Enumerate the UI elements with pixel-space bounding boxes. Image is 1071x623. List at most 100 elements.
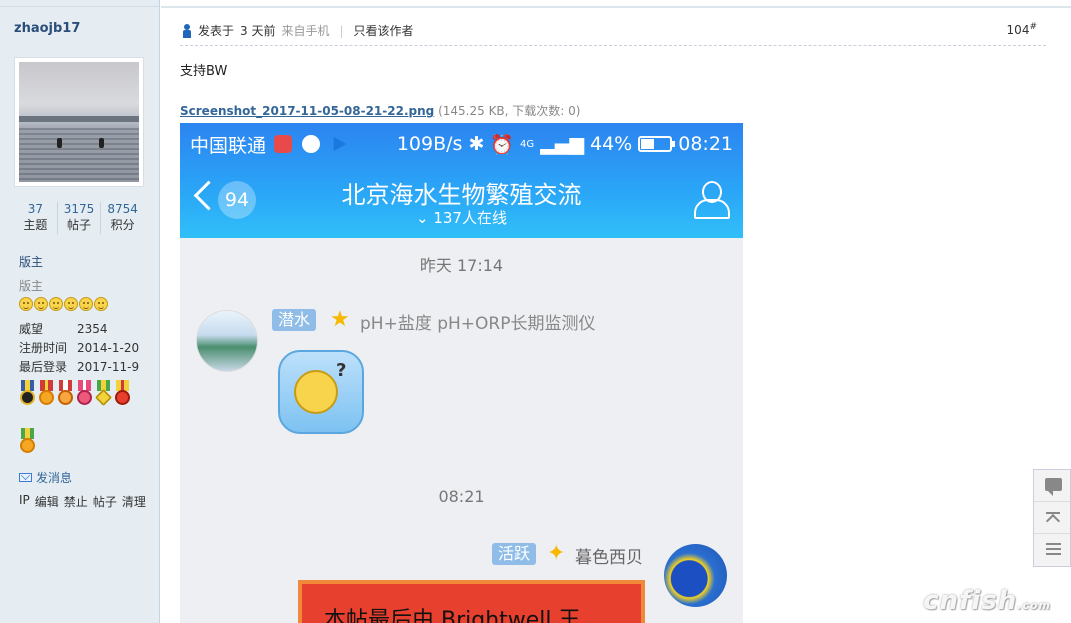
play-icon <box>333 136 347 152</box>
avatar-image <box>19 62 139 182</box>
star-icon: ★ <box>330 307 350 332</box>
author-rank-title: 版主 <box>19 279 44 293</box>
medal-row <box>18 428 148 456</box>
notification-icon <box>274 135 293 153</box>
action-posts[interactable]: 帖子 <box>93 493 117 510</box>
comment-icon <box>1045 478 1062 496</box>
info-row-registered: 注册时间 2014-1-20 <box>19 339 139 358</box>
post-floor-number[interactable]: 104# <box>1007 22 1037 37</box>
medal-icon[interactable] <box>94 380 113 408</box>
status-right: 109B/s ✱ ⏰ 4G ▂▄▆ 44% 08:21 <box>397 133 733 156</box>
sender-name: 暮色西贝 <box>575 548 643 568</box>
info-row-prestige: 威望 2354 <box>19 320 139 339</box>
group-title: 北京海水生物繁殖交流 <box>341 181 582 209</box>
post-body-text: 支持BW <box>180 64 228 79</box>
post-meta-separator: | <box>339 23 344 38</box>
stat-points[interactable]: 8754 积分 <box>101 202 144 234</box>
post-meta-time: 3 天前 <box>240 24 276 38</box>
rank-smiley-icon <box>94 297 108 311</box>
bluetooth-icon: ✱ <box>468 133 485 155</box>
return-to-list-button[interactable] <box>1034 534 1070 566</box>
stat-topics-count: 37 <box>27 202 43 216</box>
action-ban[interactable]: 禁止 <box>64 493 88 510</box>
medal-icon[interactable] <box>113 380 132 408</box>
only-author-link[interactable]: 只看该作者 <box>354 22 414 39</box>
author-info: 威望 2354 注册时间 2014-1-20 最后登录 2017-11-9 <box>19 320 139 377</box>
send-message-link[interactable]: 发消息 <box>19 469 72 486</box>
moderator-actions: IP 编辑 禁止 帖子 清理 <box>19 493 146 510</box>
post-meta-source: 来自手机 <box>281 24 330 38</box>
rank-stars <box>19 297 108 311</box>
list-icon <box>1046 543 1061 556</box>
sender-avatar <box>196 310 258 372</box>
medal-icon[interactable] <box>18 428 37 456</box>
battery-percent: 44% <box>590 133 633 155</box>
rank-smiley-icon <box>49 297 63 311</box>
author-sidebar: zhaojb17 37 主题 3175 帖子 8754 积分 版主 版主 威望 … <box>0 0 160 623</box>
back-to-top-button[interactable] <box>1034 502 1070 534</box>
red-card-text: 本帖最后由 Brightwell 王 <box>324 608 581 623</box>
stat-points-label: 积分 <box>110 218 135 232</box>
confused-face-icon <box>294 370 338 414</box>
member-level-tag: 活跃 <box>492 543 537 565</box>
chat-timestamp: 昨天 17:14 <box>419 256 504 275</box>
rank-smiley-icon <box>79 297 93 311</box>
avatar-figure <box>99 138 104 148</box>
info-key: 最后登录 <box>19 360 68 374</box>
medal-icon[interactable] <box>56 380 75 408</box>
medal-icon[interactable] <box>18 380 37 408</box>
post-header-divider <box>180 45 1046 46</box>
qq-group-header: 中国联通 109B/s ✱ ⏰ 4G ▂▄▆ 44% 08:21 94 北京海水… <box>180 123 743 238</box>
chat-timestamp: 08:21 <box>438 487 485 506</box>
quick-reply-button[interactable] <box>1034 470 1070 502</box>
floor-number: 104 <box>1006 23 1030 37</box>
medal-icon[interactable] <box>37 380 56 408</box>
info-key: 注册时间 <box>19 341 68 355</box>
sender-name: pH+盐度 pH+ORP长期监测仪 <box>360 314 596 334</box>
stat-topics-label: 主题 <box>23 218 48 232</box>
medal-icon[interactable] <box>75 380 94 408</box>
author-avatar[interactable] <box>14 57 144 187</box>
medal-row <box>18 380 148 408</box>
stat-posts-count: 3175 <box>63 202 95 216</box>
carrier-label: 中国联通 <box>190 134 267 157</box>
sidebar-top-divider <box>0 0 159 7</box>
stat-posts[interactable]: 3175 帖子 <box>58 202 102 234</box>
stat-topics[interactable]: 37 主题 <box>14 202 58 234</box>
action-ip[interactable]: IP <box>19 493 30 510</box>
post-meta: 发表于 3 天前 来自手机 | 只看该作者 <box>182 22 414 39</box>
attachment-image[interactable]: 中国联通 109B/s ✱ ⏰ 4G ▂▄▆ 44% 08:21 94 北京海水… <box>180 123 743 623</box>
floor-mark: # <box>1029 22 1037 32</box>
site-watermark: cnfish.com <box>923 586 1051 616</box>
member-level-tag: 潜水 <box>272 309 317 331</box>
info-row-last-login: 最后登录 2017-11-9 <box>19 358 139 377</box>
alarm-icon: ⏰ <box>490 133 515 156</box>
stat-posts-label: 帖子 <box>67 218 92 232</box>
avatar-horizon <box>19 116 139 122</box>
phone-clock: 08:21 <box>678 133 733 155</box>
sender-avatar <box>664 544 727 607</box>
signal-icon: ▂▄▆ <box>540 133 584 155</box>
forum-page: zhaojb17 37 主题 3175 帖子 8754 积分 版主 版主 威望 … <box>0 0 1071 623</box>
attachment-link[interactable]: Screenshot_2017-11-05-08-21-22.png <box>180 104 434 118</box>
info-value: 2017-11-9 <box>77 360 140 374</box>
avatar-figure <box>57 138 62 148</box>
info-value: 2354 <box>77 322 108 336</box>
info-key: 威望 <box>19 322 44 336</box>
attachment-meta: (145.25 KB, 下载次数: 0) <box>438 104 581 118</box>
online-count-text: 137人在线 <box>433 209 507 227</box>
author-stats: 37 主题 3175 帖子 8754 积分 <box>14 202 144 234</box>
network-speed: 109B/s <box>396 133 463 155</box>
post-top-divider <box>161 0 1071 8</box>
online-count: ⌄ 137人在线 <box>416 209 507 227</box>
floating-toolbar <box>1033 469 1071 567</box>
avatar-water <box>19 128 139 182</box>
action-clean[interactable]: 清理 <box>122 493 146 510</box>
group-members-icon <box>691 181 730 219</box>
author-username[interactable]: zhaojb17 <box>14 21 80 36</box>
watermark-suffix: .com <box>1017 599 1051 612</box>
author-medals <box>18 380 148 456</box>
question-mark-icon: ? <box>336 360 347 381</box>
action-edit[interactable]: 编辑 <box>35 493 59 510</box>
author-rank-link[interactable]: 版主 <box>19 253 43 270</box>
